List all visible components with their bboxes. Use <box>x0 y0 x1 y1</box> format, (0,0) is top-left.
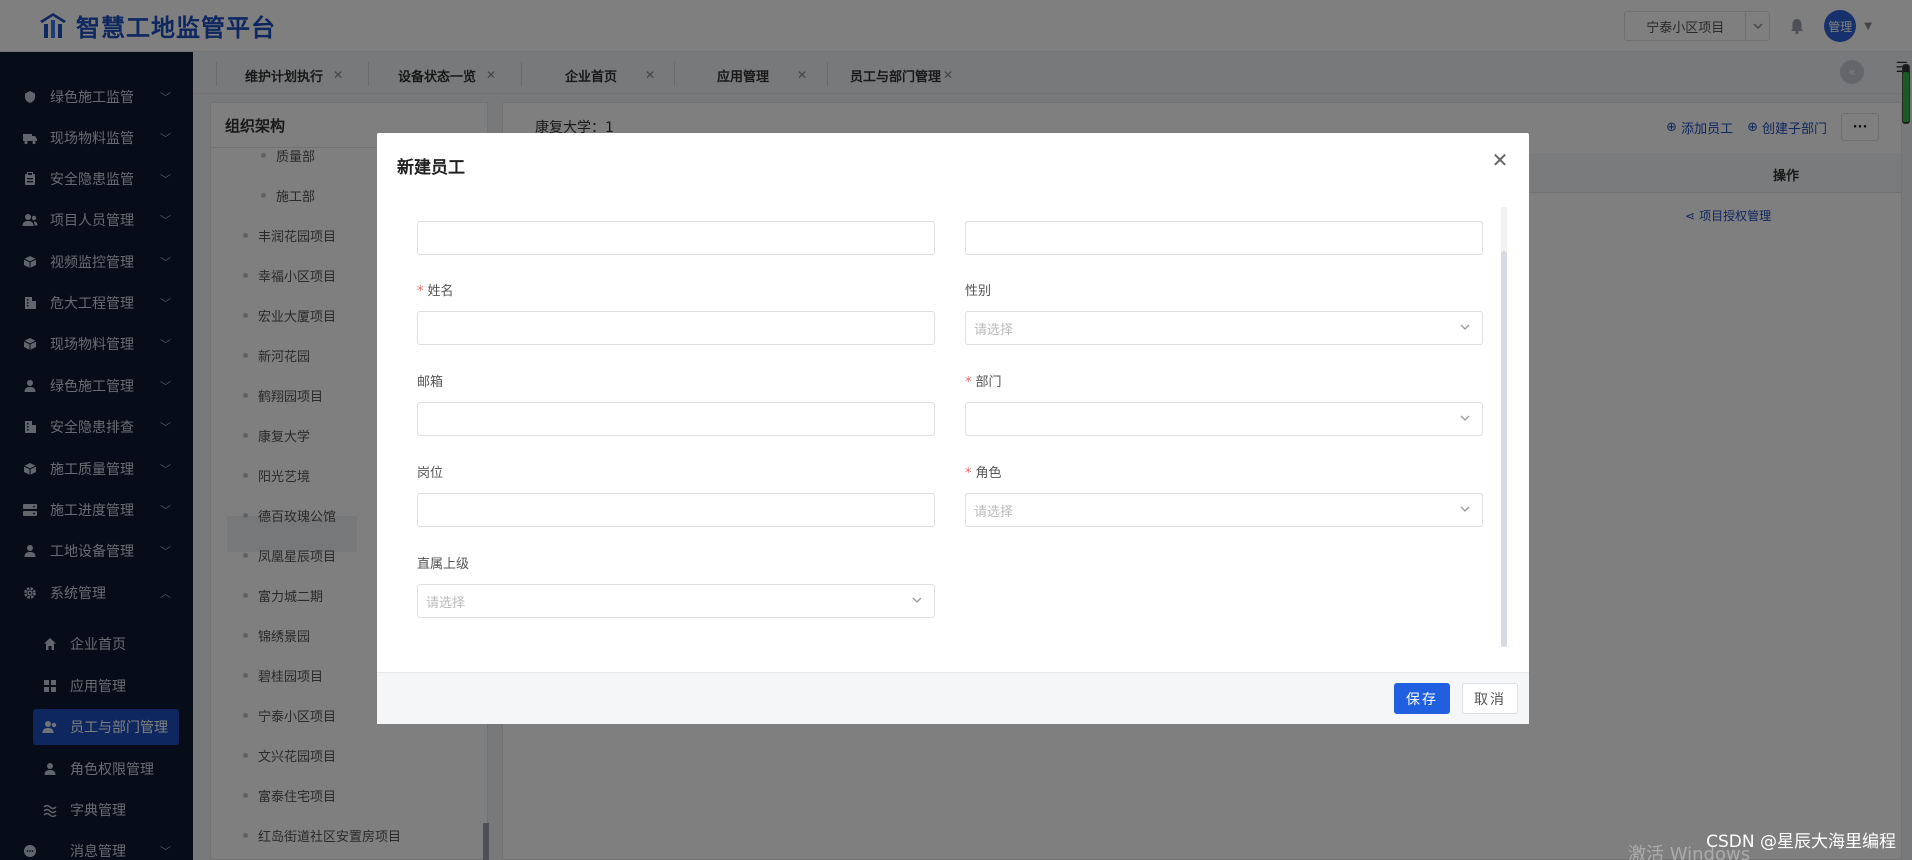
name-label: * 姓名 <box>417 284 454 299</box>
role-label: * 角色 <box>965 466 1002 481</box>
dept-label: * 部门 <box>965 375 1002 390</box>
position-label: 岗位 <box>417 466 444 481</box>
email-label: 邮箱 <box>417 375 444 390</box>
superior-label: 直属上级 <box>417 557 470 572</box>
close-icon[interactable]: ✕ <box>1489 148 1511 172</box>
superior-select[interactable]: 请选择 <box>417 584 935 618</box>
gender-label: 性别 <box>965 284 992 299</box>
gender-select-placeholder: 请选择 <box>974 322 1014 338</box>
name-input[interactable] <box>417 311 935 345</box>
top-right-input[interactable] <box>965 221 1483 255</box>
chevron-down-icon <box>1460 324 1470 330</box>
dept-select[interactable] <box>965 402 1483 436</box>
chevron-down-icon <box>912 597 922 603</box>
csdn-watermark: CSDN @星辰大海里编程 <box>1706 832 1896 852</box>
chevron-down-icon <box>1460 415 1470 421</box>
position-input[interactable] <box>417 493 935 527</box>
role-select-placeholder: 请选择 <box>974 504 1014 520</box>
dialog-footer: 保存 取消 <box>377 672 1529 724</box>
dialog-scrollbar-thumb[interactable] <box>1501 251 1507 647</box>
dialog-title: 新建员工 <box>397 158 465 178</box>
role-select[interactable]: 请选择 <box>965 493 1483 527</box>
cancel-button[interactable]: 取消 <box>1462 683 1518 714</box>
top-left-input[interactable] <box>417 221 935 255</box>
superior-select-placeholder: 请选择 <box>426 595 466 611</box>
new-employee-dialog: 新建员工 ✕ * 姓名 性别 请选择 邮箱 * 部门 岗位 * 角色 请选择 直属上级… <box>377 133 1529 724</box>
email-input[interactable] <box>417 402 935 436</box>
chevron-down-icon <box>1460 506 1470 512</box>
gender-select[interactable]: 请选择 <box>965 311 1483 345</box>
save-button[interactable]: 保存 <box>1394 683 1450 714</box>
